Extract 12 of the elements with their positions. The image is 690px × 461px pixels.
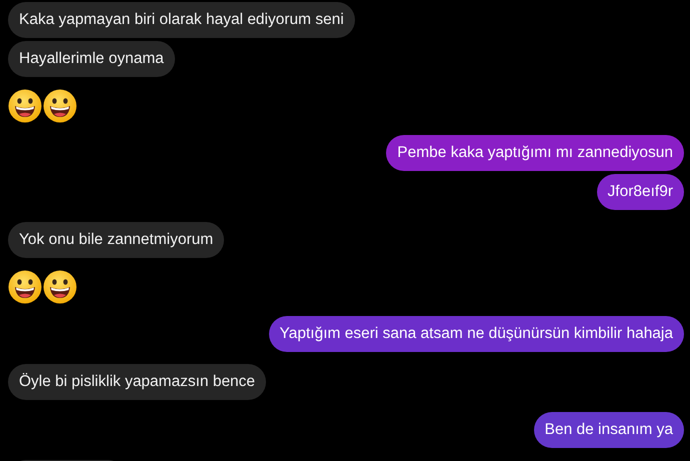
message-bubble: Yaptığım eseri sana atsam ne düşünürsün kimbilir hahaja (268, 316, 684, 352)
smiley-icon (8, 270, 42, 304)
message-bubble: Öyle bi pisliklik yapamazsın bence (8, 364, 266, 400)
message-bubble: Pembe kaka yaptığımı mı zannediyosun (386, 135, 684, 171)
message-bubble: Hayallerimle oynama (8, 41, 175, 77)
smiley-icon (43, 270, 77, 304)
message-bubble: Yok onu bile zannetmiyorum (8, 222, 224, 258)
message-bubble: Kaka yapmayan biri olarak hayal ediyorum seni (8, 2, 355, 38)
smiley-icon (8, 89, 42, 123)
message-bubble: Jfor8eıf9r (596, 174, 684, 210)
smiley-icon (43, 89, 77, 123)
message-bubble: Ben de insanım ya (534, 412, 684, 448)
